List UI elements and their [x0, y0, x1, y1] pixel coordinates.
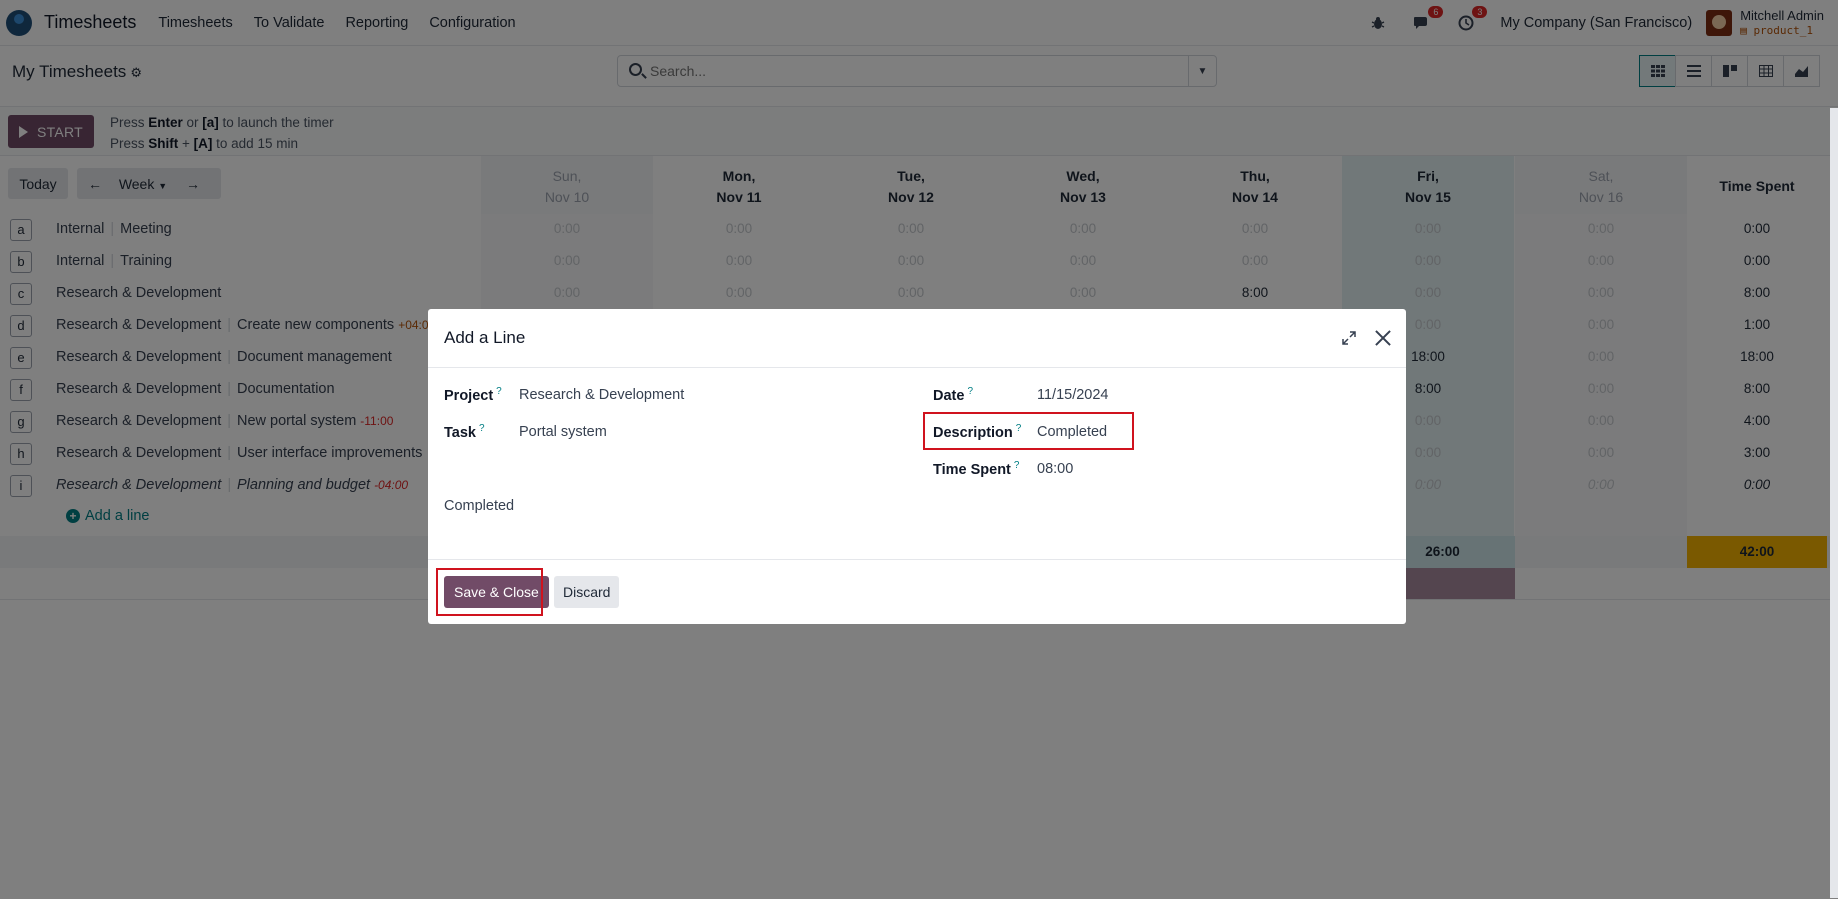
time-spent-label-text: Time Spent	[933, 461, 1011, 478]
project-label-text: Project	[444, 387, 494, 404]
close-icon[interactable]	[1374, 329, 1392, 347]
help-icon[interactable]: ?	[1014, 460, 1020, 471]
task-label: Task?	[444, 423, 485, 441]
add-line-dialog: Add a Line Project? Research & Developme…	[428, 309, 1406, 624]
dialog-title: Add a Line	[444, 328, 526, 347]
help-icon[interactable]: ?	[496, 386, 502, 397]
save-button-highlight	[436, 568, 543, 616]
dialog-footer: Save & Close Discard	[428, 559, 1406, 624]
date-label: Date?	[933, 386, 973, 404]
project-label: Project?	[444, 386, 502, 404]
description-highlight	[923, 412, 1134, 450]
task-field[interactable]: Portal system	[519, 424, 607, 440]
task-label-text: Task	[444, 424, 476, 441]
help-icon[interactable]: ?	[967, 386, 973, 397]
expand-icon[interactable]	[1342, 331, 1356, 345]
discard-button[interactable]: Discard	[554, 576, 620, 608]
note-field[interactable]: Completed	[444, 498, 514, 514]
project-field[interactable]: Research & Development	[519, 387, 684, 403]
time-spent-label: Time Spent?	[933, 460, 1019, 478]
help-icon[interactable]: ?	[479, 423, 485, 434]
date-label-text: Date	[933, 387, 965, 404]
date-field[interactable]: 11/15/2024	[1037, 387, 1109, 403]
time-spent-field[interactable]: 08:00	[1037, 461, 1073, 477]
dialog-header: Add a Line	[428, 309, 1406, 368]
page-scrollbar[interactable]	[1830, 108, 1838, 898]
